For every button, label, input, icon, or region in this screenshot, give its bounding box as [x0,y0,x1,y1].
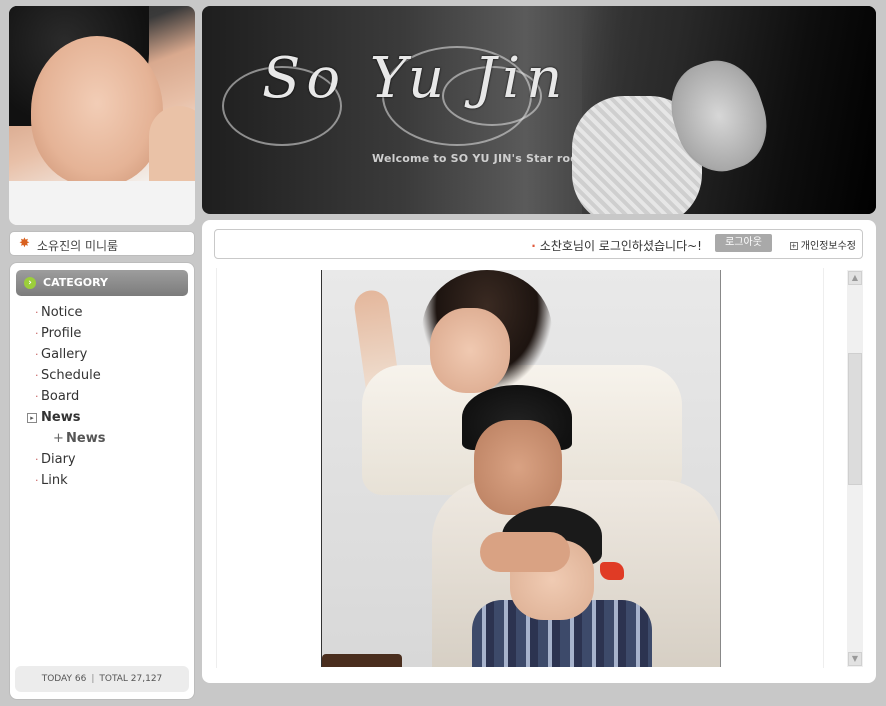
header-banner: So Yu Jin Welcome to SO YU JIN's Star ro… [202,6,876,214]
photo-pocket-square [600,562,624,580]
category-item-diary[interactable]: · Diary [10,452,196,473]
miniroom-link[interactable]: ✸ 소유진의 미니룸 [9,231,195,256]
visitor-counter: TODAY 66 | TOTAL 27,127 [15,666,189,692]
photo-man-face [474,420,562,515]
login-bar: 소찬호님이 로그인하셨습니다~! 로그아웃 +개인정보수정 [214,229,863,259]
category-item-notice[interactable]: · Notice [10,305,196,326]
category-item-profile[interactable]: · Profile [10,326,196,347]
category-item-schedule[interactable]: · Schedule [10,368,196,389]
category-item-gallery[interactable]: · Gallery [10,347,196,368]
category-item-link[interactable]: · Link [10,473,196,494]
banner-welcome: Welcome to SO YU JIN's Star room [372,152,590,165]
photo-chair [322,654,402,667]
maple-leaf-icon: ✸ [19,236,30,251]
bullet-icon: · [35,390,39,403]
plus-icon: + [53,431,64,446]
category-header: › CATEGORY [16,270,188,296]
bullet-icon: · [35,369,39,382]
scrollbar-thumb[interactable] [848,353,862,485]
category-item-news[interactable]: ▸ News [10,410,196,431]
plus-box-icon: + [789,242,798,250]
logout-button[interactable]: 로그아웃 [715,234,772,252]
square-bullet-icon: ▸ [27,413,37,423]
content-area [216,268,824,668]
category-title: CATEGORY [43,276,108,289]
miniroom-label: 소유진의 미니룸 [37,239,119,253]
bullet-icon: · [35,348,39,361]
photo-shirt [9,181,195,225]
privacy-edit-label: 개인정보수정 [800,241,856,252]
category-panel: › CATEGORY · Notice · Profile · Gallery · Sc… [9,262,195,700]
profile-photo [9,6,195,225]
bullet-icon: · [35,306,39,319]
bullet-icon: · [35,474,39,487]
content-scrollbar[interactable]: ▲ ▼ [847,270,863,667]
scroll-down-icon[interactable]: ▼ [848,652,862,666]
arrow-circle-icon: › [24,277,36,289]
photo-hand [480,532,570,572]
photo-woman-face [430,308,510,393]
today-count: TODAY 66 [41,674,87,684]
banner-title: So Yu Jin [262,46,569,111]
total-count: TOTAL 27,127 [99,674,163,684]
scroll-up-icon[interactable]: ▲ [848,271,862,285]
news-photo [321,270,721,667]
banner-portrait [572,6,876,214]
main-panel: 소찬호님이 로그인하셨습니다~! 로그아웃 +개인정보수정 ▲ ▼ [202,220,876,683]
privacy-edit-link[interactable]: + 개인정보수정 [789,237,856,252]
bullet-icon: · [35,327,39,340]
counter-separator: | [91,674,95,684]
category-subitem-news[interactable]: + News [10,431,196,452]
photo-face [31,36,163,186]
login-message: 소찬호님이 로그인하셨습니다~! [531,237,702,254]
bullet-icon: · [35,453,39,466]
category-item-board[interactable]: · Board [10,389,196,410]
category-list: · Notice · Profile · Gallery · Schedule · Boa… [10,305,196,494]
